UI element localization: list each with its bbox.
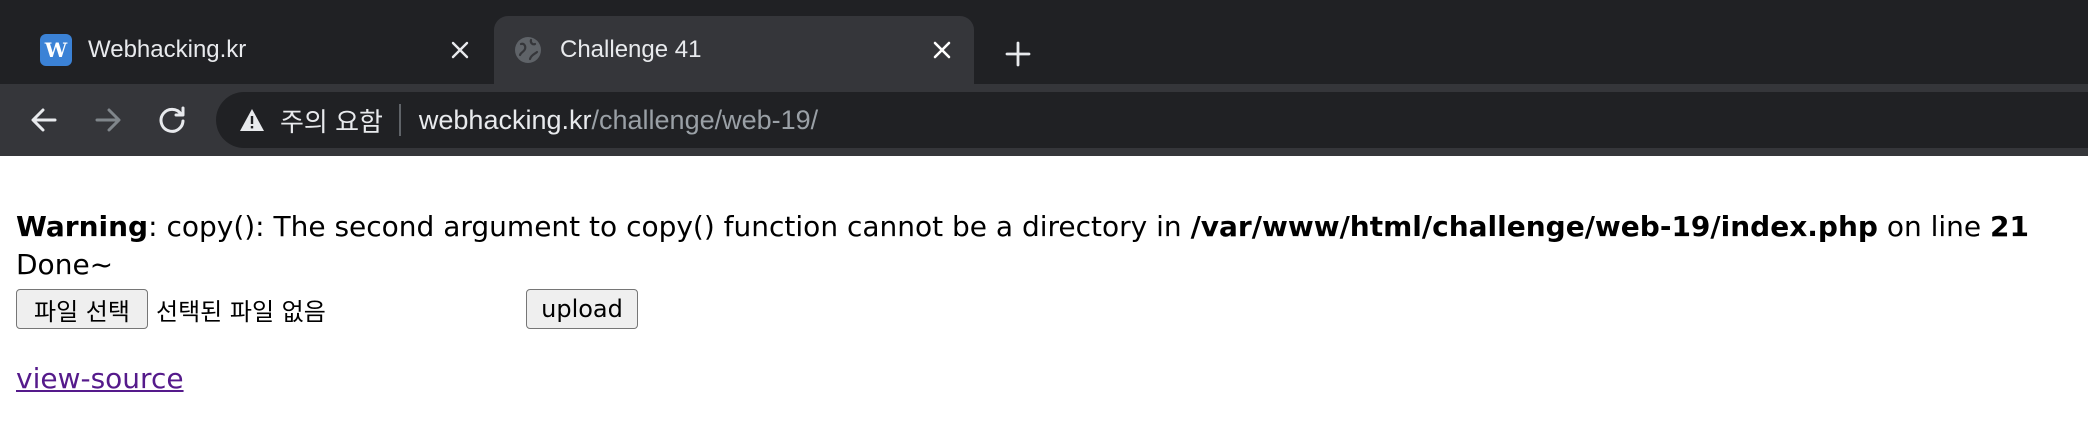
webhacking-favicon-icon: W bbox=[40, 34, 72, 66]
arrow-right-icon bbox=[95, 108, 121, 132]
address-bar[interactable]: 주의 요함 webhacking.kr/challenge/web-19/ bbox=[216, 92, 2088, 148]
warning-line-number: 21 bbox=[1990, 210, 2029, 243]
file-choose-button[interactable]: 파일 선택 bbox=[16, 289, 148, 329]
php-warning: Warning: copy(): The second argument to … bbox=[16, 208, 2029, 246]
url-host: webhacking.kr bbox=[418, 104, 592, 135]
file-status: 선택된 파일 없음 bbox=[156, 297, 326, 326]
plus-icon bbox=[1005, 41, 1031, 67]
tab-title: Challenge 41 bbox=[560, 36, 702, 63]
reload-icon bbox=[159, 106, 185, 133]
browser-toolbar: 주의 요함 webhacking.kr/challenge/web-19/ bbox=[0, 84, 2088, 156]
globe-icon bbox=[512, 34, 544, 66]
back-button[interactable] bbox=[22, 98, 66, 142]
warning-text: : copy(): The second argument to copy() … bbox=[148, 210, 1191, 243]
url-path: /challenge/web-19/ bbox=[591, 104, 819, 135]
tab-webhacking[interactable]: W Webhacking.kr bbox=[22, 16, 492, 84]
close-icon[interactable] bbox=[926, 34, 958, 66]
new-tab-button[interactable] bbox=[994, 30, 1042, 78]
warning-path: /var/www/html/challenge/web-19/index.php bbox=[1190, 210, 1878, 243]
security-label[interactable]: 주의 요함 bbox=[280, 102, 383, 139]
close-icon[interactable] bbox=[444, 34, 476, 66]
forward-button[interactable] bbox=[86, 98, 130, 142]
tab-challenge-41[interactable]: Challenge 41 bbox=[494, 16, 974, 84]
warning-label: Warning bbox=[16, 210, 149, 243]
warning-triangle-icon[interactable] bbox=[238, 106, 266, 134]
omnibox-divider bbox=[398, 104, 401, 136]
arrow-left-icon bbox=[31, 108, 57, 132]
page-content: Warning: copy(): The second argument to … bbox=[0, 156, 2088, 442]
reload-button[interactable] bbox=[150, 98, 194, 142]
upload-form: 파일 선택 선택된 파일 없음 upload bbox=[16, 288, 638, 330]
tab-title: Webhacking.kr bbox=[88, 36, 247, 63]
done-text: Done~ bbox=[16, 248, 114, 281]
view-source-link[interactable]: view-source bbox=[16, 362, 184, 395]
warning-line-text: on line bbox=[1877, 210, 1991, 243]
upload-button[interactable]: upload bbox=[526, 289, 638, 329]
tab-strip: W Webhacking.kr Challenge 41 bbox=[0, 0, 2088, 84]
